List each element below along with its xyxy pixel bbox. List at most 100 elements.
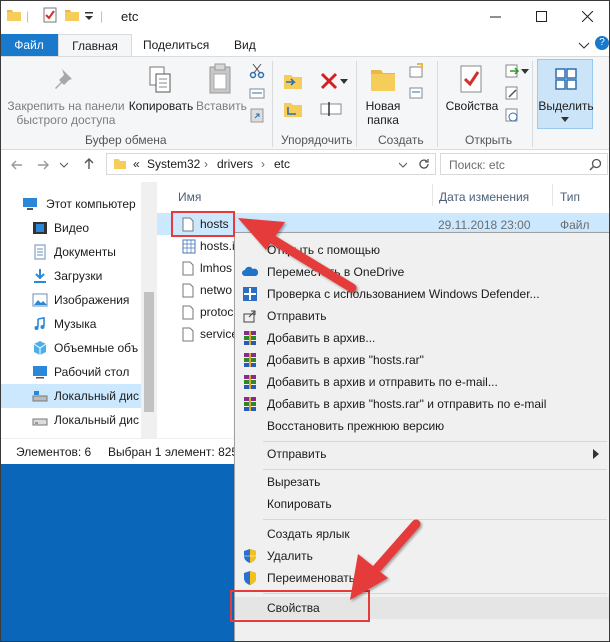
nav-item-3d-objects[interactable]: Объемные объ [0, 336, 141, 360]
rename-icon[interactable] [320, 99, 342, 119]
menu-item-open-with[interactable]: Открыть с помощью [235, 239, 609, 261]
pin-quick-access-button[interactable]: Закрепить на панели быстрого доступа [6, 99, 126, 127]
menu-item-rename[interactable]: Переименовать [235, 567, 609, 589]
menu-item-label: Добавить в архив "hosts.rar" и отправить… [267, 397, 547, 411]
menu-item-label: Удалить [267, 549, 313, 563]
properties-icon[interactable] [42, 7, 58, 23]
new-item-icon[interactable] [408, 63, 424, 79]
menu-item-copy[interactable]: Копировать [235, 493, 609, 515]
minimize-button[interactable] [472, 0, 518, 32]
nav-item-local-disk-c[interactable]: Локальный дис [0, 384, 141, 408]
file-icon [182, 283, 194, 298]
tab-share[interactable]: Поделиться [133, 34, 219, 56]
file-icon [182, 327, 194, 342]
column-header-name[interactable]: Имя [178, 190, 201, 204]
breadcrumb-overflow[interactable]: « [133, 157, 140, 171]
chevron-right-icon [593, 449, 599, 459]
nav-item-desktop[interactable]: Рабочий стол [0, 360, 141, 384]
back-icon[interactable] [10, 158, 24, 172]
nav-item-label: Документы [54, 245, 116, 259]
search-input[interactable]: Поиск: etc [440, 153, 608, 175]
menu-item-cut[interactable]: Вырезать [235, 471, 609, 493]
menu-item-create-shortcut[interactable]: Создать ярлык [235, 523, 609, 545]
desktop-icon [33, 366, 47, 379]
customize-qa-icon[interactable] [84, 7, 94, 23]
winrar-icon [244, 353, 256, 367]
menu-item-restore-previous-versions[interactable]: Восстановить прежнюю версию [235, 415, 609, 437]
close-button[interactable] [564, 0, 610, 32]
select-label: Выделить [538, 99, 594, 113]
nav-item-label: Объемные объ [54, 341, 139, 355]
column-separator[interactable] [432, 184, 433, 206]
paste-shortcut-icon[interactable] [249, 107, 265, 123]
refresh-icon[interactable] [417, 157, 431, 171]
menu-item-delete[interactable]: Удалить [235, 545, 609, 567]
easy-access-icon[interactable] [408, 85, 424, 101]
chevron-down-icon[interactable] [521, 67, 529, 75]
ics-file-icon [182, 239, 196, 254]
menu-item-share[interactable]: Отправить [235, 305, 609, 327]
delete-icon[interactable] [319, 71, 339, 91]
address-bar[interactable]: « System32 › drivers › etc [106, 153, 436, 175]
menu-item-add-to-archive[interactable]: Добавить в архив... [235, 327, 609, 349]
chevron-down-icon[interactable] [577, 38, 591, 52]
menu-item-move-to-onedrive[interactable]: Переместить в OneDrive [235, 261, 609, 283]
menu-item-label: Добавить в архив... [267, 331, 376, 345]
new-folder-icon [371, 70, 395, 91]
properties-button[interactable]: Свойства [443, 99, 501, 113]
column-header-date[interactable]: Дата изменения [439, 190, 529, 204]
file-icon [182, 261, 194, 276]
chevron-down-icon [561, 117, 569, 122]
tab-file[interactable]: Файл [0, 34, 58, 56]
forward-icon[interactable] [36, 158, 50, 172]
menu-item-label: Восстановить прежнюю версию [267, 419, 445, 433]
breadcrumb-etc[interactable]: etc [274, 157, 290, 171]
nav-item-music[interactable]: Музыка [0, 312, 141, 336]
history-icon[interactable] [504, 107, 520, 123]
nav-item-local-disk-d[interactable]: Локальный дис [0, 408, 141, 432]
column-separator[interactable] [552, 184, 553, 206]
menu-item-hosts-rar-email[interactable]: Добавить в архив "hosts.rar" и отправить… [235, 393, 609, 415]
menu-item-archive-and-email[interactable]: Добавить в архив и отправить по e-mail..… [235, 371, 609, 393]
properties-icon [460, 65, 482, 93]
new-folder-icon[interactable] [64, 7, 80, 23]
open-icon[interactable] [504, 63, 520, 79]
move-to-icon[interactable] [282, 69, 306, 93]
file-name: netwo [200, 283, 233, 297]
up-icon[interactable] [82, 157, 96, 171]
menu-item-send-to[interactable]: Отправить [235, 443, 609, 465]
nav-item-label: Локальный дис [54, 389, 139, 403]
nav-item-label: Локальный дис [54, 413, 139, 427]
copy-button[interactable]: Копировать [127, 99, 195, 113]
window-title: etc [121, 9, 139, 24]
menu-item-defender-scan[interactable]: Проверка с использованием Windows Defend… [235, 283, 609, 305]
nav-item-this-pc[interactable]: Этот компьютер [0, 192, 141, 216]
paste-button[interactable]: Вставить [196, 99, 247, 113]
nav-item-documents[interactable]: Документы [0, 240, 141, 264]
cut-icon[interactable] [249, 63, 265, 79]
file-name: lmhos [200, 261, 233, 275]
menu-item-label: Добавить в архив "hosts.rar" [267, 353, 424, 367]
nav-item-pictures[interactable]: Изображения [0, 288, 141, 312]
copy-path-icon[interactable] [249, 85, 265, 101]
nav-item-downloads[interactable]: Загрузки [0, 264, 141, 288]
menu-item-label: Добавить в архив и отправить по e-mail..… [267, 375, 498, 389]
address-dropdown-icon[interactable] [399, 161, 407, 169]
menu-item-add-to-hosts-rar[interactable]: Добавить в архив "hosts.rar" [235, 349, 609, 371]
maximize-button[interactable] [518, 0, 564, 32]
create-group-label: Создать [378, 133, 424, 147]
copy-icon [149, 66, 171, 93]
breadcrumb-system32[interactable]: System32 [147, 157, 200, 171]
tab-home[interactable]: Главная [58, 34, 132, 56]
help-icon[interactable]: ? [595, 36, 609, 50]
copy-to-icon[interactable] [282, 97, 306, 121]
tab-view[interactable]: Вид [224, 34, 266, 56]
chevron-down-icon[interactable] [340, 77, 348, 85]
edit-icon[interactable] [504, 85, 520, 101]
nav-item-video[interactable]: Видео [0, 216, 141, 240]
new-folder-button[interactable]: Новая папка [360, 99, 406, 127]
nav-scroll-thumb[interactable] [144, 292, 154, 412]
recent-locations-icon[interactable] [60, 161, 68, 169]
column-header-type[interactable]: Тип [560, 190, 580, 204]
breadcrumb-drivers[interactable]: drivers [217, 157, 253, 171]
